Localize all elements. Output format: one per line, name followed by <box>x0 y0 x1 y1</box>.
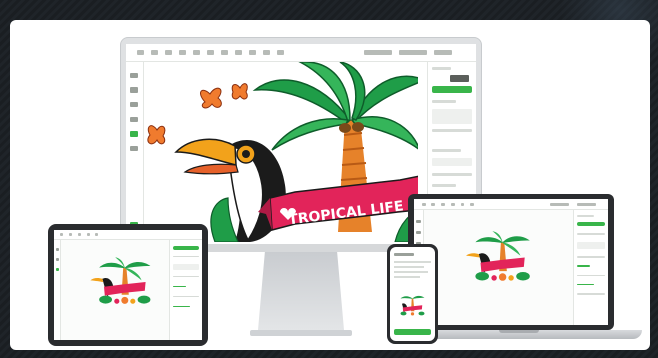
panel-image-setting[interactable] <box>172 263 200 270</box>
toolbar-item[interactable] <box>549 202 570 206</box>
panel-option[interactable] <box>172 295 200 298</box>
laptop-screen <box>414 199 608 325</box>
toolbar-icon[interactable] <box>150 49 158 56</box>
toolbar-icon[interactable] <box>86 233 90 236</box>
phone-header <box>394 253 414 256</box>
phone-action-button[interactable] <box>394 329 431 335</box>
toolbar-icon[interactable] <box>136 49 144 56</box>
toolbar-icon[interactable] <box>470 202 475 206</box>
panel-image-setting[interactable] <box>431 109 473 124</box>
toolbar-icon[interactable] <box>431 202 436 206</box>
panel-toggle[interactable] <box>449 74 469 82</box>
stage: TROPICAL LIFE <box>0 0 658 358</box>
tool-icon[interactable] <box>130 72 139 79</box>
panel-option[interactable] <box>431 183 456 187</box>
panel-option[interactable] <box>431 129 473 133</box>
toolbar-icon[interactable] <box>192 49 200 56</box>
laptop-notch <box>499 330 539 333</box>
tool-icon[interactable] <box>55 257 59 261</box>
toolbar-icon[interactable] <box>95 233 99 236</box>
panel-section-title <box>431 149 461 153</box>
phone-screen <box>390 247 435 341</box>
toolbar-icon[interactable] <box>460 202 465 206</box>
panel-primary-button[interactable] <box>576 221 606 227</box>
panel-heading <box>576 214 594 217</box>
imac-foot <box>250 330 352 336</box>
toolbar-icon[interactable] <box>68 233 72 236</box>
laptop-properties-panel <box>573 210 608 325</box>
panel-slider[interactable] <box>172 285 186 288</box>
tablet-toolbar <box>54 230 202 240</box>
panel-option[interactable] <box>576 274 606 277</box>
tool-icon[interactable] <box>130 116 139 123</box>
panel-tabs[interactable] <box>431 158 473 166</box>
toolbar-icon[interactable] <box>77 233 81 236</box>
imac-left-toolbar <box>126 62 144 244</box>
toolbar-icon[interactable] <box>441 202 446 206</box>
phone-option[interactable] <box>394 271 428 273</box>
toolbar-icon[interactable] <box>164 49 172 56</box>
tool-icon[interactable] <box>130 145 139 152</box>
tablet-screen <box>54 230 202 340</box>
panel-option[interactable] <box>172 255 200 258</box>
toolbar-icon[interactable] <box>234 49 242 56</box>
panel-option[interactable] <box>576 233 606 235</box>
tool-icon-active[interactable] <box>130 131 139 137</box>
panel-image-setting[interactable] <box>576 242 606 250</box>
toolbar-icon[interactable] <box>262 49 270 56</box>
toolbar-icon[interactable] <box>59 233 63 236</box>
imac-stand <box>258 252 344 330</box>
toolbar-icon[interactable] <box>220 49 228 56</box>
panel-option[interactable] <box>172 275 200 278</box>
toolbar-item[interactable] <box>434 49 452 56</box>
tool-icon[interactable] <box>130 87 139 93</box>
panel-section-title <box>431 100 456 103</box>
toolbar-icon[interactable] <box>276 49 284 56</box>
phone-option[interactable] <box>394 266 424 268</box>
toolbar-icon[interactable] <box>248 49 256 56</box>
toolbar-icon[interactable] <box>206 49 214 56</box>
panel-slider[interactable] <box>172 305 191 308</box>
tool-icon-active[interactable] <box>55 267 59 271</box>
tablet-properties-panel <box>169 239 202 340</box>
imac-toolbar <box>126 44 476 62</box>
tablet-left-toolbar <box>54 239 62 340</box>
panel-primary-button[interactable] <box>172 245 200 250</box>
toolbar-item[interactable] <box>399 49 427 56</box>
toolbar-item[interactable] <box>364 49 392 56</box>
panel-primary-button[interactable] <box>431 85 473 93</box>
panel-option[interactable] <box>576 256 606 258</box>
toolbar-icon[interactable] <box>421 202 426 206</box>
panel-option[interactable] <box>431 173 473 176</box>
laptop-toolbar <box>414 199 608 211</box>
panel-slider[interactable] <box>576 283 594 286</box>
panel-option[interactable] <box>576 292 606 295</box>
panel-heading <box>431 67 452 71</box>
tool-icon[interactable] <box>416 230 421 235</box>
tool-icon[interactable] <box>130 102 139 108</box>
tool-icon[interactable] <box>55 247 59 251</box>
phone-option[interactable] <box>394 261 431 263</box>
toolbar-item[interactable] <box>576 202 597 206</box>
phone-option[interactable] <box>394 276 420 278</box>
toolbar-icon[interactable] <box>450 202 455 206</box>
tool-icon[interactable] <box>416 219 421 223</box>
toolbar-icon[interactable] <box>178 49 186 56</box>
panel-slider[interactable] <box>576 265 591 268</box>
